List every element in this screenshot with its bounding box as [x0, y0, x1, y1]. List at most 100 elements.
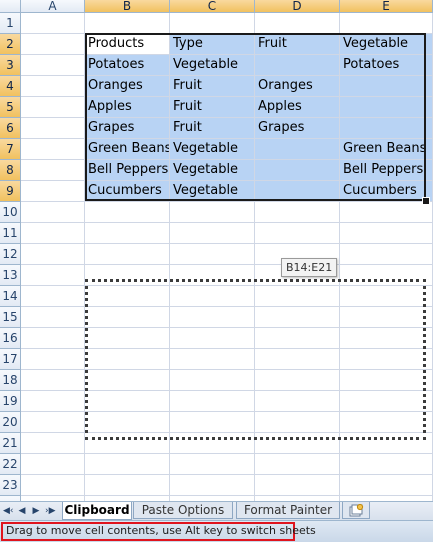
cell-a12[interactable] — [21, 244, 85, 265]
cell-c15[interactable] — [170, 307, 255, 328]
row-header-4[interactable]: 4 — [0, 76, 21, 97]
cell-d3[interactable] — [255, 55, 340, 76]
cell-c18[interactable] — [170, 370, 255, 391]
cell-b14[interactable] — [85, 286, 170, 307]
cell-a22[interactable] — [21, 454, 85, 475]
cell-b21[interactable] — [85, 433, 170, 454]
cell-d11[interactable] — [255, 223, 340, 244]
cell-d2[interactable]: Fruit — [255, 34, 340, 55]
cell-d9[interactable] — [255, 181, 340, 202]
row-header-8[interactable]: 8 — [0, 160, 21, 181]
cell-b12[interactable] — [85, 244, 170, 265]
cell-d1[interactable] — [255, 13, 340, 34]
next-sheet-icon[interactable]: ▶ — [31, 506, 41, 516]
cell-b3[interactable]: Potatoes — [85, 55, 170, 76]
column-header-d[interactable]: D — [255, 0, 340, 13]
cell-c19[interactable] — [170, 391, 255, 412]
cell-d5[interactable]: Apples — [255, 97, 340, 118]
cell-e6[interactable] — [340, 118, 433, 139]
cell-c7[interactable]: Vegetable — [170, 139, 255, 160]
cell-a16[interactable] — [21, 328, 85, 349]
cell-a21[interactable] — [21, 433, 85, 454]
cell-a2[interactable] — [21, 34, 85, 55]
cell-a9[interactable] — [21, 181, 85, 202]
cell-a3[interactable] — [21, 55, 85, 76]
cell-d15[interactable] — [255, 307, 340, 328]
cell-a10[interactable] — [21, 202, 85, 223]
column-header-e[interactable]: E — [340, 0, 433, 13]
cell-c11[interactable] — [170, 223, 255, 244]
cell-d4[interactable]: Oranges — [255, 76, 340, 97]
cell-b5[interactable]: Apples — [85, 97, 170, 118]
cell-c16[interactable] — [170, 328, 255, 349]
cell-b8[interactable]: Bell Peppers — [85, 160, 170, 181]
cell-a7[interactable] — [21, 139, 85, 160]
cell-a23[interactable] — [21, 475, 85, 496]
cell-d18[interactable] — [255, 370, 340, 391]
cell-b19[interactable] — [85, 391, 170, 412]
cell-b17[interactable] — [85, 349, 170, 370]
cell-e16[interactable] — [340, 328, 433, 349]
cell-d19[interactable] — [255, 391, 340, 412]
cell-e19[interactable] — [340, 391, 433, 412]
row-header-9[interactable]: 9 — [0, 181, 21, 202]
last-sheet-icon[interactable]: ›▶ — [45, 506, 56, 516]
prev-sheet-icon[interactable]: ◀ — [17, 506, 27, 516]
cell-b1[interactable] — [85, 13, 170, 34]
cell-e1[interactable] — [340, 13, 433, 34]
row-header-3[interactable]: 3 — [0, 55, 21, 76]
cell-b20[interactable] — [85, 412, 170, 433]
row-header-18[interactable]: 18 — [0, 370, 21, 391]
cell-b10[interactable] — [85, 202, 170, 223]
cell-b7[interactable]: Green Beans — [85, 139, 170, 160]
cell-c4[interactable]: Fruit — [170, 76, 255, 97]
cell-c8[interactable]: Vegetable — [170, 160, 255, 181]
cell-d22[interactable] — [255, 454, 340, 475]
cell-e8[interactable]: Bell Peppers — [340, 160, 433, 181]
cell-e21[interactable] — [340, 433, 433, 454]
row-header-12[interactable]: 12 — [0, 244, 21, 265]
row-header-2[interactable]: 2 — [0, 34, 21, 55]
cell-b9[interactable]: Cucumbers — [85, 181, 170, 202]
cell-d7[interactable] — [255, 139, 340, 160]
cell-d14[interactable] — [255, 286, 340, 307]
cell-d23[interactable] — [255, 475, 340, 496]
cell-b18[interactable] — [85, 370, 170, 391]
cell-d17[interactable] — [255, 349, 340, 370]
cell-b4[interactable]: Oranges — [85, 76, 170, 97]
cell-a18[interactable] — [21, 370, 85, 391]
cell-a8[interactable] — [21, 160, 85, 181]
row-header-14[interactable]: 14 — [0, 286, 21, 307]
cell-b11[interactable] — [85, 223, 170, 244]
row-header-15[interactable]: 15 — [0, 307, 21, 328]
cell-c5[interactable]: Fruit — [170, 97, 255, 118]
cell-b2[interactable]: Products — [85, 34, 170, 55]
cell-e4[interactable] — [340, 76, 433, 97]
cell-e2[interactable]: Vegetable — [340, 34, 433, 55]
cell-c10[interactable] — [170, 202, 255, 223]
row-header-22[interactable]: 22 — [0, 454, 21, 475]
cell-b15[interactable] — [85, 307, 170, 328]
row-header-7[interactable]: 7 — [0, 139, 21, 160]
cell-e9[interactable]: Cucumbers — [340, 181, 433, 202]
cell-b23[interactable] — [85, 475, 170, 496]
cell-c13[interactable] — [170, 265, 255, 286]
row-header-19[interactable]: 19 — [0, 391, 21, 412]
cell-c22[interactable] — [170, 454, 255, 475]
cell-c2[interactable]: Type — [170, 34, 255, 55]
cell-e22[interactable] — [340, 454, 433, 475]
row-header-10[interactable]: 10 — [0, 202, 21, 223]
cell-b6[interactable]: Grapes — [85, 118, 170, 139]
cell-d16[interactable] — [255, 328, 340, 349]
cell-b16[interactable] — [85, 328, 170, 349]
row-header-1[interactable]: 1 — [0, 13, 21, 34]
cell-a14[interactable] — [21, 286, 85, 307]
cell-e10[interactable] — [340, 202, 433, 223]
cell-e15[interactable] — [340, 307, 433, 328]
cell-a19[interactable] — [21, 391, 85, 412]
cell-a5[interactable] — [21, 97, 85, 118]
cell-c21[interactable] — [170, 433, 255, 454]
cell-e17[interactable] — [340, 349, 433, 370]
row-header-11[interactable]: 11 — [0, 223, 21, 244]
cell-c9[interactable]: Vegetable — [170, 181, 255, 202]
